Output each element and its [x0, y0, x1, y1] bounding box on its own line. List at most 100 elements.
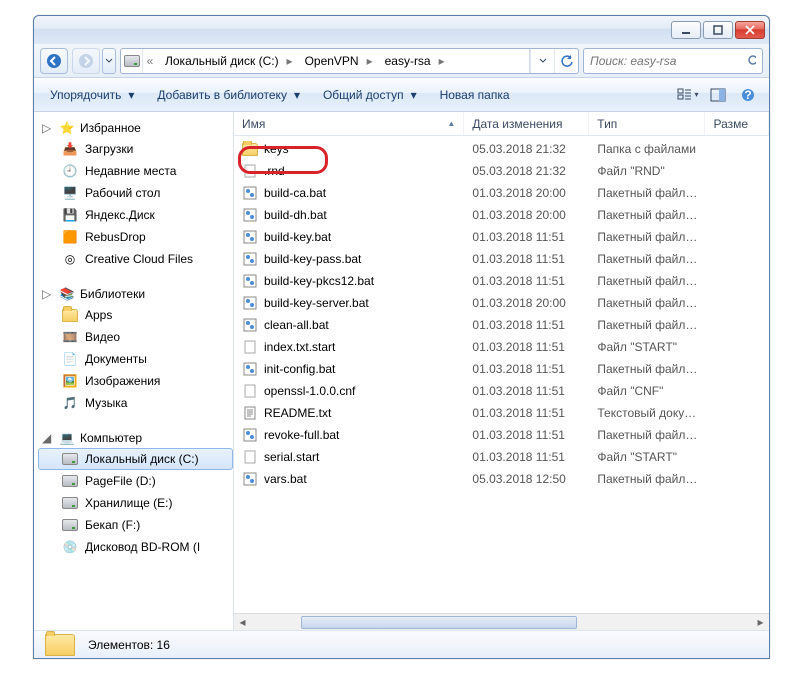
- computer-icon: 💻: [58, 430, 76, 446]
- add-to-library-button[interactable]: Добавить в библиотеку▾: [149, 83, 311, 107]
- sidebar-item-pictures[interactable]: 🖼️Изображения: [38, 370, 233, 392]
- file-row[interactable]: index.txt.start01.03.2018 11:51Файл "STA…: [234, 336, 769, 358]
- crumb-sep[interactable]: ▸: [363, 49, 377, 73]
- chevron-down-icon: [539, 58, 547, 64]
- maximize-icon: [713, 25, 723, 35]
- scroll-thumb[interactable]: [301, 616, 577, 629]
- sidebar-item-bdrom[interactable]: 💿Дисковод BD-ROM (I: [38, 536, 233, 558]
- sidebar-item-drive-f[interactable]: Бекап (F:): [38, 514, 233, 536]
- file-row[interactable]: build-key-server.bat01.03.2018 20:00Паке…: [234, 292, 769, 314]
- toolbar: Упорядочить▾ Добавить в библиотеку▾ Общи…: [34, 78, 769, 112]
- sidebar-head-computer[interactable]: ◢💻Компьютер: [38, 428, 233, 448]
- file-icon: [242, 295, 258, 311]
- sidebar-item-video[interactable]: 🎞️Видео: [38, 326, 233, 348]
- horizontal-scrollbar[interactable]: ◂ ▸: [234, 613, 769, 630]
- svg-text:?: ?: [744, 88, 751, 102]
- search-input[interactable]: [590, 54, 747, 68]
- forward-arrow-icon: [78, 53, 94, 69]
- col-size[interactable]: Разме: [705, 112, 769, 135]
- sidebar-item-downloads[interactable]: 📥Загрузки: [38, 138, 233, 160]
- sidebar-item-rebusdrop[interactable]: 🟧RebusDrop: [38, 226, 233, 248]
- sidebar-item-music[interactable]: 🎵Музыка: [38, 392, 233, 414]
- crumb-sep[interactable]: ▸: [283, 49, 297, 73]
- file-name: openssl-1.0.0.cnf: [264, 384, 355, 398]
- file-list: Имя Дата изменения Тип Разме keys05.03.2…: [234, 112, 769, 630]
- sidebar-label: Библиотеки: [80, 287, 145, 301]
- file-row[interactable]: build-dh.bat01.03.2018 20:00Пакетный фай…: [234, 204, 769, 226]
- sidebar-item-creative-cloud[interactable]: ◎Creative Cloud Files: [38, 248, 233, 270]
- forward-button[interactable]: [72, 48, 100, 74]
- file-row[interactable]: build-key-pass.bat01.03.2018 11:51Пакетн…: [234, 248, 769, 270]
- drive-icon: [61, 495, 79, 511]
- file-icon: [242, 383, 258, 399]
- file-icon: [242, 449, 258, 465]
- file-date: 01.03.2018 20:00: [464, 186, 589, 200]
- new-folder-button[interactable]: Новая папка: [432, 83, 518, 107]
- col-name[interactable]: Имя: [234, 112, 464, 135]
- file-row[interactable]: build-ca.bat01.03.2018 20:00Пакетный фай…: [234, 182, 769, 204]
- refresh-button[interactable]: [554, 49, 578, 73]
- file-type: Пакетный файл ...: [589, 186, 705, 200]
- sidebar-head-favorites[interactable]: ▷⭐Избранное: [38, 118, 233, 138]
- crumb-openvpn[interactable]: OpenVPN: [297, 49, 363, 73]
- sidebar-item-documents[interactable]: 📄Документы: [38, 348, 233, 370]
- sidebar-head-libraries[interactable]: ▷📚Библиотеки: [38, 284, 233, 304]
- col-date[interactable]: Дата изменения: [464, 112, 589, 135]
- status-count: Элементов: 16: [88, 638, 170, 652]
- crumb-root-dropdown[interactable]: «: [143, 49, 157, 73]
- close-button[interactable]: [735, 21, 765, 39]
- file-row[interactable]: README.txt01.03.2018 11:51Текстовый доку…: [234, 402, 769, 424]
- crumb-drive[interactable]: Локальный диск (C:): [157, 49, 283, 73]
- file-row[interactable]: openssl-1.0.0.cnf01.03.2018 11:51Файл "C…: [234, 380, 769, 402]
- scroll-right-button[interactable]: ▸: [752, 614, 769, 631]
- scroll-left-button[interactable]: ◂: [234, 614, 251, 631]
- view-options-button[interactable]: ▾: [675, 83, 701, 107]
- minimize-button[interactable]: [671, 21, 701, 39]
- search-icon: [747, 54, 756, 68]
- file-icon: [242, 339, 258, 355]
- file-date: 01.03.2018 11:51: [464, 384, 589, 398]
- search-box[interactable]: [583, 48, 763, 74]
- crumb-easyrsa[interactable]: easy-rsa: [377, 49, 435, 73]
- sidebar-item-apps[interactable]: Apps: [38, 304, 233, 326]
- file-row[interactable]: keys05.03.2018 21:32Папка с файлами: [234, 138, 769, 160]
- sidebar-item-recent[interactable]: 🕘Недавние места: [38, 160, 233, 182]
- file-row[interactable]: build-key.bat01.03.2018 11:51Пакетный фа…: [234, 226, 769, 248]
- help-button[interactable]: ?: [735, 83, 761, 107]
- cc-icon: ◎: [61, 251, 79, 267]
- rebus-icon: 🟧: [61, 229, 79, 245]
- share-button[interactable]: Общий доступ▾: [315, 83, 428, 107]
- sidebar-item-yandex[interactable]: 💾Яндекс.Диск: [38, 204, 233, 226]
- scroll-track[interactable]: [251, 614, 752, 631]
- sidebar-item-desktop[interactable]: 🖥️Рабочий стол: [38, 182, 233, 204]
- file-row[interactable]: .rnd05.03.2018 21:32Файл "RND": [234, 160, 769, 182]
- file-name: build-key-pass.bat: [264, 252, 361, 266]
- organize-button[interactable]: Упорядочить▾: [42, 83, 145, 107]
- sidebar-item-drive-d[interactable]: PageFile (D:): [38, 470, 233, 492]
- file-date: 01.03.2018 11:51: [464, 340, 589, 354]
- preview-pane-button[interactable]: [705, 83, 731, 107]
- file-row[interactable]: clean-all.bat01.03.2018 11:51Пакетный фа…: [234, 314, 769, 336]
- column-headers: Имя Дата изменения Тип Разме: [234, 112, 769, 136]
- file-row[interactable]: init-config.bat01.03.2018 11:51Пакетный …: [234, 358, 769, 380]
- maximize-button[interactable]: [703, 21, 733, 39]
- sidebar-label: Избранное: [80, 121, 141, 135]
- file-row[interactable]: serial.start01.03.2018 11:51Файл "START": [234, 446, 769, 468]
- address-bar[interactable]: « Локальный диск (C:) ▸ OpenVPN ▸ easy-r…: [120, 48, 579, 74]
- back-button[interactable]: [40, 48, 68, 74]
- recent-pages-button[interactable]: [102, 48, 116, 74]
- col-type[interactable]: Тип: [589, 112, 705, 135]
- file-row[interactable]: build-key-pkcs12.bat01.03.2018 11:51Паке…: [234, 270, 769, 292]
- addr-dropdown-button[interactable]: [530, 49, 554, 73]
- file-icon: [242, 185, 258, 201]
- file-name: clean-all.bat: [264, 318, 329, 332]
- file-icon: [242, 163, 258, 179]
- file-type: Пакетный файл ...: [589, 296, 705, 310]
- sidebar-item-drive-c[interactable]: Локальный диск (C:): [38, 448, 233, 470]
- crumb-sep[interactable]: ▸: [435, 49, 449, 73]
- file-date: 01.03.2018 20:00: [464, 296, 589, 310]
- yandex-icon: 💾: [61, 207, 79, 223]
- file-row[interactable]: vars.bat05.03.2018 12:50Пакетный файл ..…: [234, 468, 769, 490]
- file-row[interactable]: revoke-full.bat01.03.2018 11:51Пакетный …: [234, 424, 769, 446]
- sidebar-item-drive-e[interactable]: Хранилище (E:): [38, 492, 233, 514]
